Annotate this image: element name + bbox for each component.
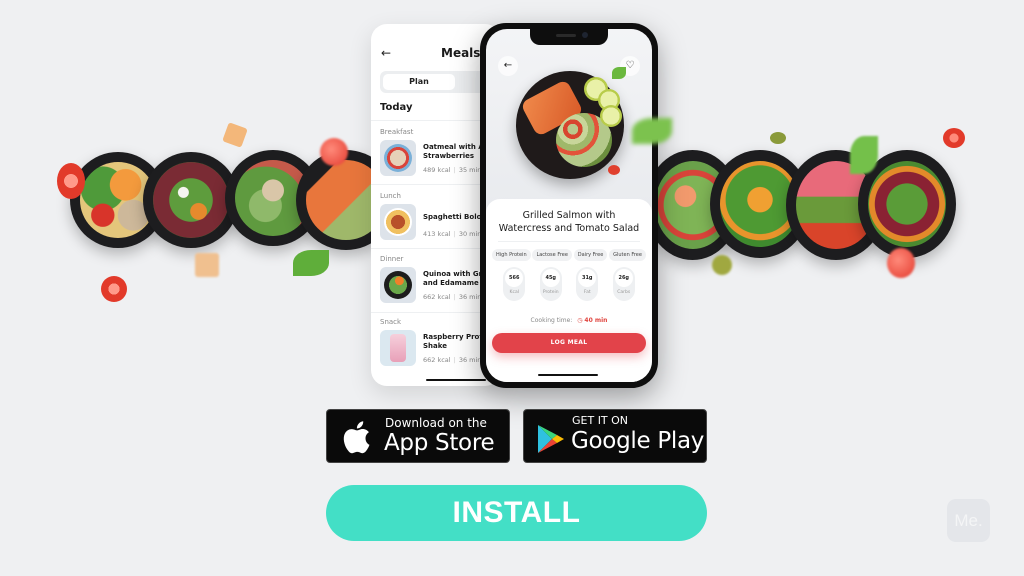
macro-value: 26g: [614, 269, 633, 287]
meal-thumbnail: [380, 140, 416, 176]
food-image: [867, 160, 947, 248]
tomato-slice-decoration: [101, 276, 127, 302]
meal-thumbnail: [380, 204, 416, 240]
meal-detail-phone: ← ♡ Grilled Salmon with Watercress and T…: [480, 23, 658, 388]
cooking-time-label: Cooking time:: [530, 317, 573, 324]
app-store-badge[interactable]: Download on the App Store: [326, 409, 510, 463]
brand-logo: Me.: [947, 499, 990, 542]
meal-time: 36 min: [458, 356, 482, 364]
macro-protein: 45g Protein: [539, 267, 562, 301]
crouton-decoration: [222, 122, 248, 148]
meal-name-line2: Shake: [423, 342, 447, 350]
meal-title: Grilled Salmon with: [522, 210, 616, 221]
lime-slice: [600, 105, 622, 127]
basil-leaf-decoration: [632, 118, 672, 144]
tag-high-protein: High Protein: [492, 249, 531, 261]
tomato-slice-decoration: [608, 165, 620, 175]
divider: [498, 241, 640, 242]
meal-name-line2: Strawberries: [423, 152, 475, 160]
basil-leaf-decoration: [612, 67, 626, 79]
basil-leaf-decoration: [293, 250, 329, 276]
google-play-big-text: Google Play: [571, 428, 705, 454]
tomato-slice-decoration: [943, 128, 965, 148]
macro-fat: 31g Fat: [576, 267, 599, 301]
meal-kcal: 662 kcal: [423, 293, 451, 301]
macro-value: 31g: [578, 269, 597, 287]
google-play-badge[interactable]: GET IT ON Google Play: [523, 409, 707, 463]
meal-kcal: 662 kcal: [423, 356, 451, 364]
segment-plan[interactable]: Plan: [383, 74, 455, 90]
google-play-small-text: GET IT ON: [572, 414, 629, 427]
tomato-slice-decoration: [57, 163, 85, 199]
log-meal-button[interactable]: LOG MEAL: [492, 333, 646, 353]
meal-thumbnail: [380, 267, 416, 303]
cooking-time-value: 40 min: [584, 317, 608, 324]
macro-carbs: 26g Carbs: [612, 267, 635, 301]
crouton-decoration: [195, 253, 219, 277]
tag-dairy-free: Dairy Free: [573, 249, 608, 261]
macro-value: 45g: [541, 269, 560, 287]
meal-thumbnail: [380, 330, 416, 366]
food-image: [152, 161, 230, 239]
section-dinner: Dinner: [380, 255, 404, 263]
phone-notch: [530, 29, 608, 45]
back-arrow-icon[interactable]: ←: [498, 56, 518, 76]
tag-gluten-free: Gluten Free: [609, 249, 646, 261]
section-breakfast: Breakfast: [380, 128, 414, 136]
meal-info-card: Grilled Salmon with Watercress and Tomat…: [486, 199, 652, 382]
install-button[interactable]: INSTALL: [326, 485, 707, 541]
back-arrow-icon[interactable]: ←: [381, 46, 391, 60]
tag-lactose-free: Lactose Free: [532, 249, 572, 261]
tomato-decoration: [320, 138, 348, 166]
macro-value: 566: [505, 269, 524, 287]
meal-time: 36 min: [458, 293, 482, 301]
diet-tags: High Protein Lactose Free Dairy Free Glu…: [492, 249, 646, 261]
olive-decoration: [770, 132, 786, 144]
home-indicator: [426, 379, 486, 381]
macro-kcal: 566 Kcal: [503, 267, 526, 301]
clock-icon: ◷: [577, 317, 583, 324]
meal-time: 30 min: [458, 230, 482, 238]
app-store-small-text: Download on the: [385, 416, 487, 430]
google-play-icon: [538, 425, 564, 453]
meal-kcal: 413 kcal: [423, 230, 451, 238]
meal-kcal: 489 kcal: [423, 166, 451, 174]
camera: [582, 32, 588, 38]
macro-label: Carbs: [617, 290, 631, 295]
meal-detail-screen: ← ♡ Grilled Salmon with Watercress and T…: [486, 29, 652, 382]
home-indicator: [538, 373, 598, 376]
meals-title: Meals: [441, 46, 481, 60]
olive-decoration: [712, 255, 732, 275]
meal-time: 35 min: [458, 166, 482, 174]
tomato-decoration: [887, 248, 915, 278]
macros-row: 566 Kcal 45g Protein 31g Fat 26g Carbs: [496, 267, 642, 301]
apple-icon: [343, 421, 370, 454]
macro-label: Protein: [542, 290, 559, 295]
meal-name: Oatmeal with Ap: [423, 143, 489, 151]
section-lunch: Lunch: [380, 192, 401, 200]
section-snack: Snack: [380, 318, 402, 326]
speaker: [556, 34, 576, 37]
macro-label: Fat: [583, 290, 591, 295]
today-heading: Today: [380, 102, 413, 113]
meal-title-line2: Watercress and Tomato Salad: [498, 223, 640, 234]
app-store-big-text: App Store: [384, 430, 495, 456]
cooking-time: Cooking time: ◷ 40 min: [486, 317, 652, 324]
macro-label: Kcal: [509, 290, 519, 295]
basil-leaf-decoration: [850, 136, 878, 174]
